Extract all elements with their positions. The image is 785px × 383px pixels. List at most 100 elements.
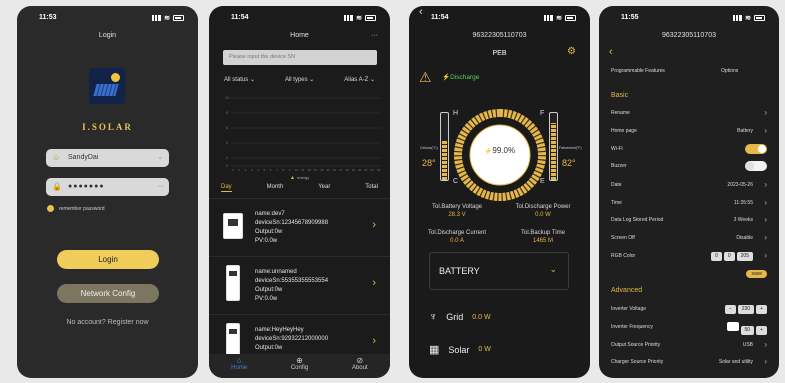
device-name: name:HeyHeyHey <box>255 327 304 333</box>
chevron-right-icon: › <box>764 198 767 207</box>
back-icon[interactable]: ‹ <box>419 6 423 18</box>
tab-about[interactable]: ⊘ About <box>335 356 385 378</box>
setting-inverter-voltage: Inverter Voltage −230 + <box>611 304 767 314</box>
settings-screen: 11:55 ≋ 96322305110703 ‹ Programmable Fe… <box>599 6 779 378</box>
svg-text:0: 0 <box>226 164 228 168</box>
back-icon[interactable]: ‹ <box>609 46 613 58</box>
remember-password[interactable]: remember password <box>47 205 105 212</box>
wifi-icon: ≋ <box>745 15 751 22</box>
filter-status[interactable]: All status ⌄ <box>224 76 255 83</box>
chevron-right-icon[interactable]: › <box>372 335 376 347</box>
rgb-b-input[interactable]: 205 <box>736 252 753 261</box>
tab-month[interactable]: Month <box>267 184 284 192</box>
tab-config[interactable]: ⊕ Config <box>274 356 324 378</box>
decrement-button[interactable] <box>726 322 739 331</box>
password-value: ●●●●●●● <box>68 183 105 190</box>
page-title: Login <box>98 32 117 39</box>
chart-x-tick: 10 <box>295 168 299 172</box>
state-label: ⚡Discharge <box>442 74 480 81</box>
chart-gridlines <box>231 97 381 167</box>
tab-home[interactable]: ⌂ Home <box>214 356 264 378</box>
status-bar: 11:53 ≋ <box>17 14 198 26</box>
chart-x-tick: 5 <box>264 168 266 172</box>
setting-date[interactable]: Date 2023-05-26 › <box>611 180 767 190</box>
stat-backup-time: Tol.Backup Time 1465 M <box>520 230 566 244</box>
filter-sort[interactable]: Alias A-Z ⌄ <box>344 76 375 83</box>
rgb-r-input[interactable]: 0 <box>711 252 722 261</box>
soc-value: ⚡99.0% <box>484 146 516 155</box>
increment-button[interactable]: + <box>756 326 767 335</box>
username-field[interactable]: ☺ SandyDai ⌄ <box>46 149 169 167</box>
increment-button[interactable]: + <box>756 305 767 314</box>
chevron-right-icon: › <box>764 126 767 135</box>
inverter-thumbnail <box>223 213 243 239</box>
rgb-g-input[interactable]: 0 <box>723 252 735 261</box>
chart-y-ticks: 10 8 6 4 2 0 <box>225 96 229 168</box>
password-field[interactable]: 🔒 ●●●●●●● ◦◦ <box>46 178 169 196</box>
home-screen: 11:54 ≋ Home ··· Please input the device… <box>209 6 390 378</box>
setting-datalog[interactable]: Data Log Stored Period 3 Weeks › <box>611 215 767 225</box>
wifi-icon: ≋ <box>556 15 562 22</box>
network-config-button[interactable]: Network Config <box>57 284 159 303</box>
search-input[interactable]: Please input the device SN <box>223 50 377 65</box>
warning-icon[interactable]: ⚠ <box>419 70 432 84</box>
remember-radio[interactable] <box>47 205 54 212</box>
remember-label: remember password <box>59 205 105 212</box>
voltage-value[interactable]: 230 <box>737 305 755 314</box>
device-item[interactable]: name:unnamed deviceSn:55355355553554 Outpu… <box>209 256 390 314</box>
tab-day[interactable]: Day <box>221 184 232 192</box>
chart-x-tick: 1 <box>238 168 240 172</box>
wifi-toggle[interactable] <box>745 144 767 154</box>
device-item[interactable]: name:dev7 deviceSn:12345678909988 Output:0… <box>209 198 390 256</box>
device-type: PEB <box>492 50 507 57</box>
grid-row: ♆ Grid 0.0 W <box>429 311 491 323</box>
temp-left-unit: Celsius(°C) <box>420 146 438 150</box>
gear-icon[interactable]: ⚙ <box>567 46 576 57</box>
home-icon: ⌂ <box>236 356 242 365</box>
battery-dropdown[interactable]: BATTERY ⌄ <box>429 252 569 290</box>
app-logo <box>89 68 125 104</box>
section-basic: Basic <box>611 92 629 99</box>
svg-text:8: 8 <box>226 111 228 115</box>
setting-time[interactable]: Time 11:35:55 › <box>611 198 767 208</box>
chart-x-tick: 18 <box>345 168 349 172</box>
filter-types[interactable]: All types ⌄ <box>285 76 314 83</box>
chart-x-tick: 7 <box>276 168 278 172</box>
decrement-button[interactable]: − <box>724 305 736 314</box>
register-link[interactable]: No account? Register now <box>17 319 198 326</box>
setting-home-page[interactable]: Home page Battery › <box>611 126 767 136</box>
battery-label: BATTERY <box>439 266 480 276</box>
chevron-right-icon[interactable]: › <box>372 219 376 231</box>
lock-icon: 🔒 <box>52 182 62 191</box>
setting-charger-source[interactable]: Charger Source Priority Solar and utility… <box>611 357 767 367</box>
chevron-right-icon: › <box>764 108 767 117</box>
device-sn: deviceSn:12345678909988 <box>255 220 329 226</box>
signal-icon <box>733 15 743 21</box>
frequency-value[interactable]: 50 <box>740 326 755 335</box>
signal-icon <box>344 15 354 21</box>
chart-x-tick: 12 <box>308 168 312 172</box>
svg-text:2: 2 <box>226 156 228 160</box>
date-tabs: Day Month Year Total <box>221 184 378 192</box>
tab-year[interactable]: Year <box>318 184 330 192</box>
tab-total[interactable]: Total <box>365 184 378 192</box>
setting-rename[interactable]: Rename › <box>611 108 767 118</box>
battery-icon <box>173 15 184 21</box>
chevron-right-icon[interactable]: › <box>764 251 767 261</box>
solar-row: ▦ Solar 0 W <box>429 343 491 356</box>
setting-output-source[interactable]: Output Source Priority USB › <box>611 340 767 350</box>
eye-icon[interactable]: ◦◦ <box>158 178 163 196</box>
chevron-down-icon[interactable]: ⌄ <box>157 149 163 167</box>
chevron-right-icon[interactable]: › <box>372 277 376 289</box>
stat-discharge-power: Tol.Discharge Power 0.0 W <box>515 204 571 218</box>
save-button[interactable]: save <box>746 270 767 278</box>
chart-x-tick: 21 <box>364 168 368 172</box>
login-screen: 11:53 ≋ Login I.SOLAR ☺ SandyDai ⌄ 🔒 ●●●… <box>17 6 198 378</box>
signal-icon <box>152 15 162 21</box>
buzzer-toggle[interactable] <box>745 161 767 171</box>
more-icon[interactable]: ··· <box>371 32 378 39</box>
setting-screen-off[interactable]: Screen Off Disable › <box>611 233 767 243</box>
chart-x-tick: 3 <box>251 168 253 172</box>
login-button[interactable]: Login <box>57 250 159 269</box>
chart-x-tick: 6 <box>270 168 272 172</box>
